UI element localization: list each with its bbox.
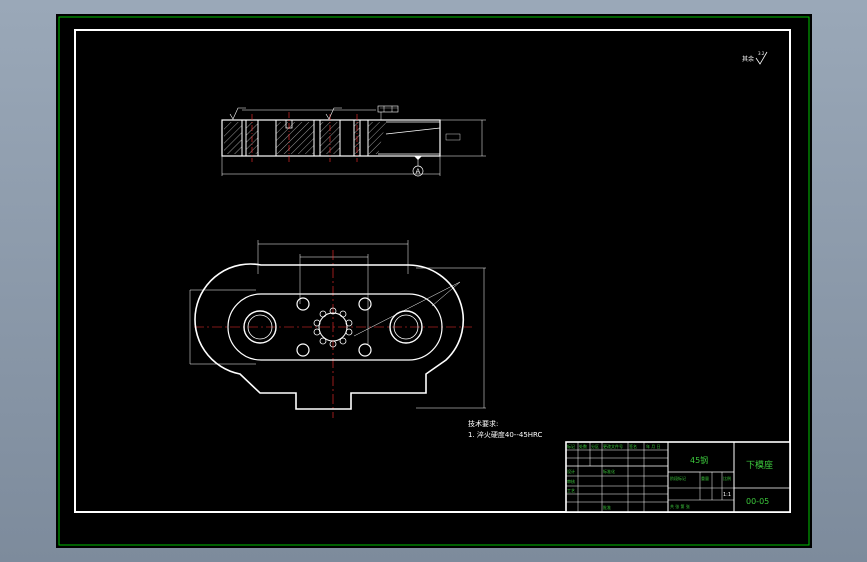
screw-hole xyxy=(296,297,310,311)
tb-label-count: 处数 xyxy=(579,443,587,449)
top-view xyxy=(189,240,486,418)
screw-hole xyxy=(358,297,372,311)
tb-label-approve: 批准 xyxy=(603,504,611,510)
leader-line xyxy=(353,281,461,337)
technical-requirements: 技术要求: 1. 淬火硬度40--45HRC xyxy=(468,419,543,439)
tb-label-standardize: 标准化 xyxy=(603,468,615,474)
drawing-canvas: 其余 3.2 A 技术要求: 1. 淬火硬度40--45HRC 标记 处数 分区… xyxy=(56,14,812,548)
roughness-value: 3.2 xyxy=(758,51,765,56)
section-hatch xyxy=(368,122,386,154)
tb-material: 45钢 xyxy=(690,455,708,465)
front-section-view: A xyxy=(221,105,486,177)
tb-label-scale: 比例 xyxy=(723,475,731,481)
title-block: 标记 处数 分区 更改文件号 签名 年 月 日 设计 标准化 审核 工艺 批准 … xyxy=(565,441,791,513)
dimension-text-box xyxy=(445,133,461,141)
screw-hole xyxy=(296,343,310,357)
tb-label-review: 审核 xyxy=(567,478,575,484)
datum-triangle-icon xyxy=(414,156,422,160)
tb-label-zone: 分区 xyxy=(591,443,599,449)
tb-label-sheet: 共 张 第 张 xyxy=(670,503,690,509)
tb-label-process: 工艺 xyxy=(567,488,575,493)
tb-label-signature: 签名 xyxy=(629,443,637,449)
roughness-symbol-icon xyxy=(325,107,342,120)
tb-scale-value: 1:1 xyxy=(723,492,731,498)
roughness-note: 其余 3.2 xyxy=(742,51,768,65)
part-outline xyxy=(194,263,464,410)
tb-label-change-doc: 更改文件号 xyxy=(603,443,623,449)
tb-label-stage-mark: 阶段标记 xyxy=(670,475,686,481)
screw-hole xyxy=(358,343,372,357)
tech-req-title: 技术要求: xyxy=(468,419,498,428)
tolerance-frame xyxy=(377,105,399,120)
tb-label-weight: 重量 xyxy=(701,475,709,481)
datum-label: A xyxy=(416,168,421,176)
roughness-symbol-icon xyxy=(229,107,246,120)
section-hatch xyxy=(224,122,242,154)
tb-label-mark: 标记 xyxy=(567,443,575,449)
tech-req-item: 1. 淬火硬度40--45HRC xyxy=(468,430,543,439)
tb-label-date: 年 月 日 xyxy=(646,443,661,449)
tb-part-name: 下模座 xyxy=(746,459,773,471)
cad-drawing: 其余 3.2 A 技术要求: 1. 淬火硬度40--45HRC 标记 处数 分区… xyxy=(58,16,810,546)
tb-drawing-number: 00-05 xyxy=(746,497,769,506)
roughness-note-label: 其余 xyxy=(742,55,754,63)
section-edge xyxy=(378,121,441,155)
tb-label-design: 设计 xyxy=(567,468,575,474)
section-hatch xyxy=(276,122,314,154)
